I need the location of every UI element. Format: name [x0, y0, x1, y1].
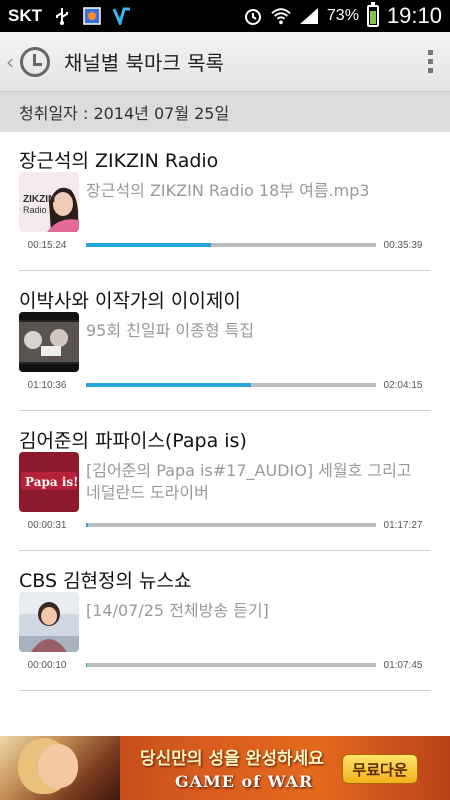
progress-fill: [86, 243, 211, 247]
ad-headline: 당신만의 성을 완성하세요: [140, 749, 324, 769]
divider: [19, 270, 431, 271]
episode-title: 95회 친일파 이종형 특집: [86, 321, 255, 340]
progress-fill: [86, 663, 87, 667]
ad-download-button[interactable]: 무료다운: [342, 754, 418, 784]
channel-name: 김어준의 파파이스(Papa is): [19, 430, 247, 452]
progress-bar[interactable]: [86, 523, 376, 527]
svg-text:Papa is!: Papa is!: [25, 475, 78, 489]
bookmark-item[interactable]: CBS 김현정의 뉴스쇼 [14/07/25 전체방송 듣기] 00:00:10…: [0, 552, 450, 692]
back-caret-icon[interactable]: ‹: [2, 50, 18, 74]
current-time: 00:00:31: [27, 520, 67, 531]
status-bar: SKT 73% 19:10: [0, 0, 450, 32]
date-header: 청취일자 : 2014년 07월 25일: [0, 92, 450, 132]
wifi-icon: [271, 6, 291, 26]
channel-thumbnail: Papa is!: [19, 452, 79, 512]
current-time: 00:15:24: [27, 240, 67, 251]
channel-thumbnail: ZIKZIN Radio: [19, 172, 79, 232]
total-time: 02:04:15: [383, 380, 423, 391]
progress-bar[interactable]: [86, 663, 376, 667]
action-bar: ‹ 채널별 북마크 목록: [0, 32, 450, 92]
app-icon: [112, 6, 132, 26]
bookmark-list: 장근석의 ZIKZIN Radio ZIKZIN Radio 장근석의 ZIKZ…: [0, 132, 450, 692]
bookmark-item[interactable]: 장근석의 ZIKZIN Radio ZIKZIN Radio 장근석의 ZIKZ…: [0, 132, 450, 272]
bookmark-item[interactable]: 이박사와 이작가의 이이제이 95회 친일파 이종형 특집 01:10:36 0…: [0, 272, 450, 412]
page-title: 채널별 북마크 목록: [64, 51, 224, 75]
channel-name: 이박사와 이작가의 이이제이: [19, 290, 241, 312]
channel-name: CBS 김현정의 뉴스쇼: [19, 570, 192, 592]
battery-icon: [366, 2, 379, 27]
total-time: 00:35:39: [383, 240, 423, 251]
svg-text:Radio: Radio: [23, 205, 47, 215]
bookmark-item[interactable]: 김어준의 파파이스(Papa is) Papa is! [김어준의 Papa i…: [0, 412, 450, 552]
progress-bar[interactable]: [86, 383, 376, 387]
episode-title: 장근석의 ZIKZIN Radio 18부 여름.mp3: [86, 181, 370, 200]
channel-thumbnail: [19, 312, 79, 372]
progress-fill: [86, 383, 252, 387]
current-time: 01:10:36: [27, 380, 67, 391]
usb-icon: [52, 6, 72, 26]
battery-percent: 73%: [326, 7, 359, 24]
gallery-icon: [82, 6, 102, 26]
divider: [19, 410, 431, 411]
episode-title: [14/07/25 전체방송 듣기]: [86, 601, 269, 620]
episode-title: [김어준의 Papa is#17_AUDIO] 세월호 그리고 네덜란드 도라이…: [86, 461, 412, 502]
divider: [19, 550, 431, 551]
channel-thumbnail: [19, 592, 79, 652]
svg-text:ZIKZIN: ZIKZIN: [23, 194, 55, 205]
alarm-icon: [243, 6, 263, 26]
total-time: 01:07:45: [383, 660, 423, 671]
ad-brand-logo: GAME of WAR: [175, 772, 314, 791]
overflow-menu-icon[interactable]: [410, 32, 450, 92]
ad-banner[interactable]: 당신만의 성을 완성하세요 GAME of WAR 무료다운: [0, 736, 450, 800]
total-time: 01:17:27: [383, 520, 423, 531]
divider: [19, 690, 431, 691]
clock-icon[interactable]: [20, 46, 50, 77]
progress-bar[interactable]: [86, 243, 376, 247]
clock-time: 19:10: [386, 3, 442, 28]
signal-icon: [299, 6, 319, 26]
ad-character-image: [0, 736, 120, 800]
current-time: 00:00:10: [27, 660, 67, 671]
carrier-label: SKT: [8, 6, 42, 25]
progress-fill: [86, 523, 89, 527]
channel-name: 장근석의 ZIKZIN Radio: [19, 150, 219, 172]
